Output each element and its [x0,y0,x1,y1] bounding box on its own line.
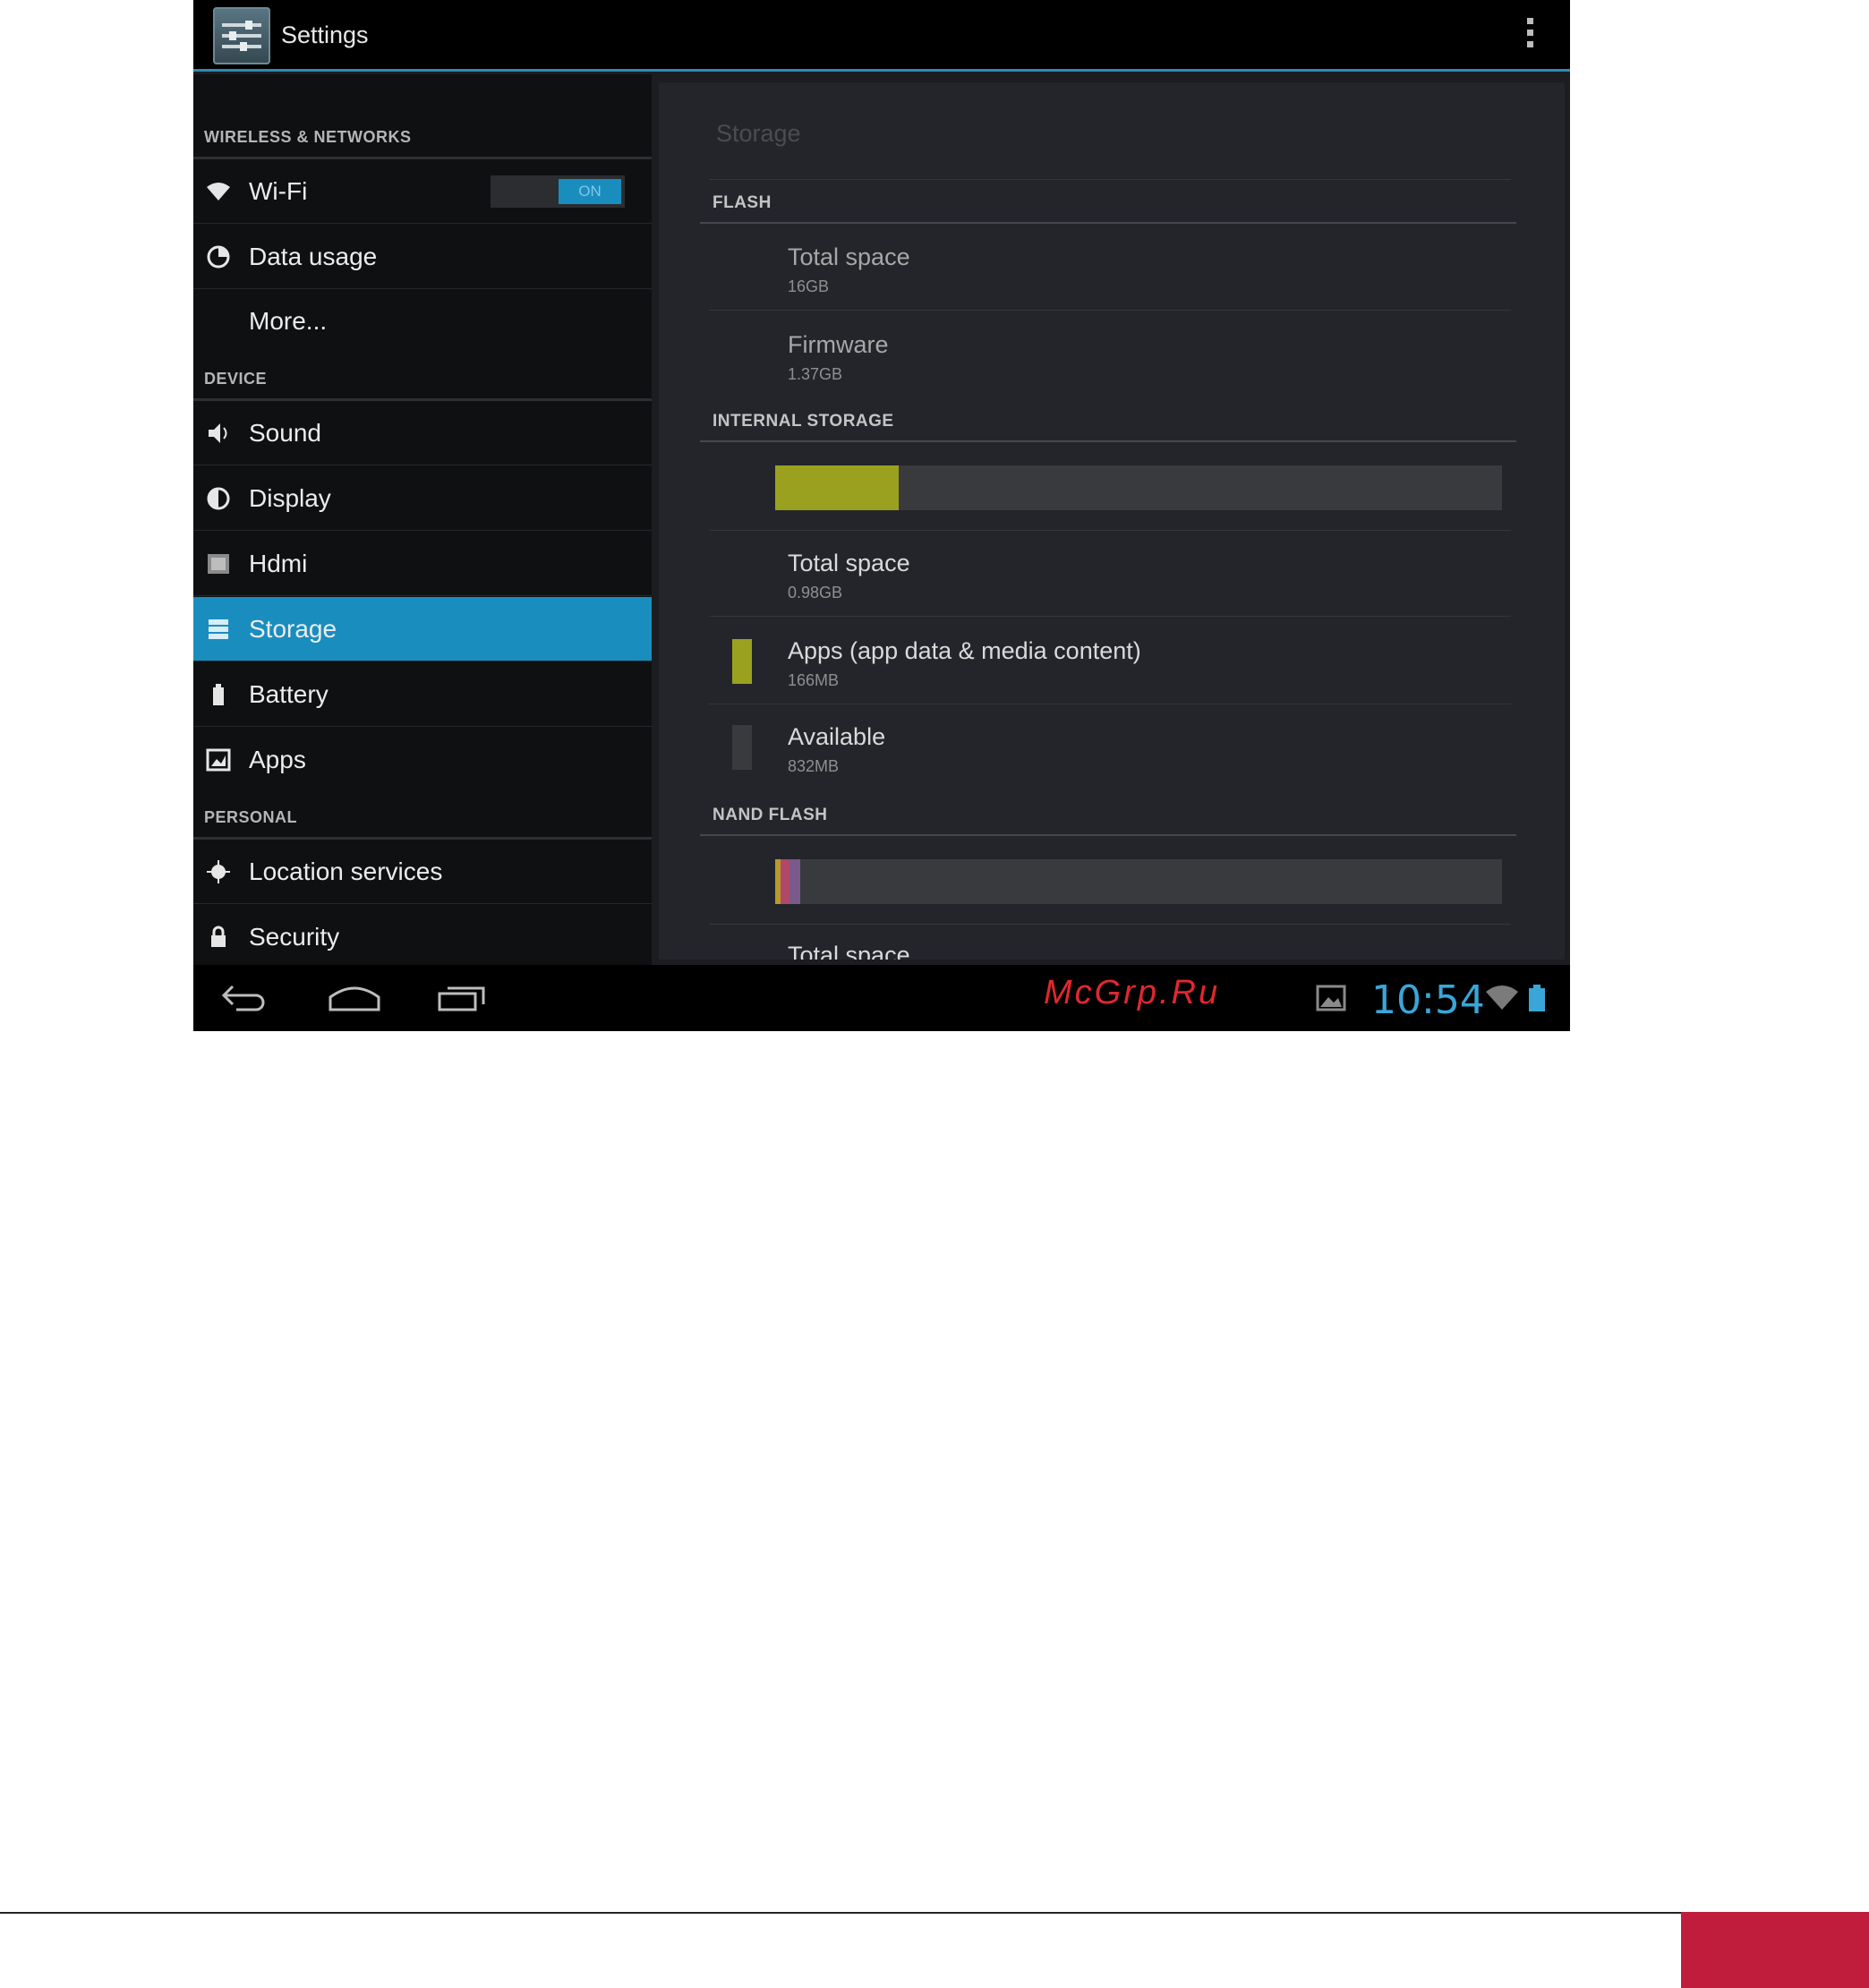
divider [709,310,1511,311]
internal-storage-usage-bar [775,465,1502,510]
speaker-icon [209,423,227,443]
nav-item-hdmi[interactable]: Hdmi [193,532,652,596]
row-title: Apps (app data & media content) [788,637,1141,664]
nav-item-label: Sound [249,419,321,447]
nav-item-apps[interactable]: Apps [193,728,652,792]
row-title: Firmware [788,331,889,358]
overflow-menu-icon[interactable] [1525,18,1534,54]
available-color-swatch [732,725,752,770]
page-title: Storage [716,120,801,147]
wifi-toggle[interactable]: ON [491,175,625,208]
nav-item-label: Apps [249,746,306,773]
row-value: 832MB [788,757,840,775]
row-title: Total space [788,550,910,576]
action-bar: Settings [193,0,1570,72]
nav-item-wifi[interactable]: Wi-Fi ON [193,159,652,224]
nav-item-sound[interactable]: Sound [193,401,652,465]
storage-panel: Storage FLASH Total space 16GB Firmware … [659,82,1565,960]
divider [709,179,1511,180]
divider [709,530,1511,531]
hdmi-icon [208,554,229,574]
row-value: 16GB [788,277,830,295]
divider [700,834,1516,836]
divider [709,616,1511,617]
storage-icon [209,619,228,639]
apps-color-swatch [732,639,752,684]
location-icon [207,860,230,883]
divider [700,440,1516,442]
nav-item-data-usage[interactable]: Data usage [193,225,652,289]
nav-item-label: Wi-Fi [249,177,308,205]
screenshot-notification-icon[interactable] [1316,983,1346,1013]
row-title: Available [788,723,886,750]
battery-status-icon [1529,985,1545,1011]
home-icon[interactable] [328,983,381,1013]
row-value: 166MB [788,671,840,689]
nav-item-label: More... [249,307,328,335]
footer-rule [0,1912,1681,1914]
nav-item-label: Storage [249,615,337,643]
wifi-icon [207,183,230,201]
nav-item-label: Battery [249,680,329,708]
battery-icon [213,684,224,705]
settings-app-icon[interactable] [213,7,270,64]
wifi-signal-icon [1486,985,1518,1010]
apps-icon [206,748,231,772]
nav-item-label: Hdmi [249,550,308,577]
lock-icon [211,926,226,947]
nand-flash-usage-bar [775,859,1502,904]
section-header-wireless: WIRELESS & NETWORKS [204,128,412,146]
status-clock: 10:54 [1371,977,1485,1023]
system-nav-bar: 10:54 [193,965,1570,1031]
row-title: Total space [788,243,910,270]
divider [709,924,1511,925]
footer-color-block [1681,1912,1869,1988]
nav-item-storage[interactable]: Storage [193,597,652,661]
section-header-nand-flash: NAND FLASH [713,806,828,824]
section-header-device: DEVICE [204,370,268,388]
section-header-personal: PERSONAL [204,808,298,826]
nav-item-label: Location services [249,857,443,885]
watermark: McGrp.Ru [1044,974,1221,1011]
recent-apps-icon[interactable] [437,981,487,1013]
nand-total-row-title[interactable]: Total space [788,942,910,960]
app-title: Settings [281,21,369,48]
section-header-flash: FLASH [713,193,772,212]
divider [700,222,1516,224]
nav-item-location[interactable]: Location services [193,840,652,904]
apps-usage-fill [775,465,900,510]
toggle-on-label: ON [559,179,621,204]
nav-item-battery[interactable]: Battery [193,662,652,727]
display-icon [207,487,230,510]
tablet-screen: Settings WIRELESS & NETWORKS Wi-Fi ON Da… [193,0,1570,1031]
nav-item-display[interactable]: Display [193,466,652,531]
nav-item-security[interactable]: Security [193,905,652,965]
row-value: 0.98GB [788,584,843,602]
back-icon[interactable] [220,983,269,1013]
nand-segment-3 [789,859,800,904]
nand-segment-2 [781,859,789,904]
row-value: 1.37GB [788,365,843,383]
nav-item-more[interactable]: More... [193,289,652,354]
settings-nav-list: WIRELESS & NETWORKS Wi-Fi ON Data usage … [193,74,652,965]
section-header-internal-storage: INTERNAL STORAGE [713,412,894,431]
nav-item-label: Security [249,923,340,951]
nav-item-label: Data usage [249,243,378,270]
nav-item-label: Display [249,484,331,512]
data-usage-icon [207,245,230,269]
